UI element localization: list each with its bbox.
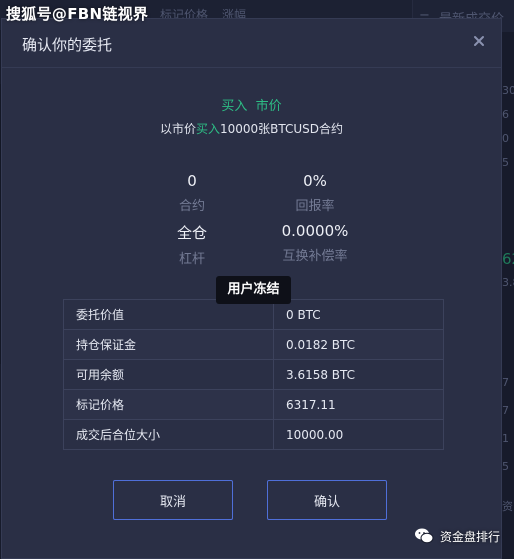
order-description-suffix: 10000张BTCUSD合约 [219,122,344,136]
detail-key: 标记价格 [63,389,274,420]
price-fragment: 30 [502,84,514,97]
table-row: 持仓保证金 0.0182 BTC [63,329,444,360]
detail-key: 委托价值 [63,299,274,330]
stat-label: 回报率 [295,199,335,214]
stat-leverage: 全仓 杠杆 [132,222,252,267]
detail-value: 3.6158 BTC [273,359,444,390]
stat-label: 杠杆 [178,252,205,267]
price-fragment: 1 [502,432,509,445]
detail-value: 0 BTC [273,299,444,330]
detail-key: 成交后合位大小 [63,419,274,450]
price-fragment: 5 [502,460,509,473]
table-row: 委托价值 0 BTC [63,299,444,330]
wechat-account-name: 资金盘排行 [439,529,500,544]
table-row: 成交后合位大小 10000.00 [63,419,444,450]
order-details-table: 委托价值 0 BTC 持仓保证金 0.0182 BTC 可用余额 3.6158 … [63,299,444,450]
price-fragment: 7 [502,376,509,389]
price-fragment: 62 [502,250,514,268]
order-description: 以市价买入10000张BTCUSD合约 [2,120,501,137]
sohu-watermark: 搜狐号@FBN链视界 [6,5,149,23]
price-fragment: 0 [502,132,509,145]
order-side: 买入 [221,99,248,114]
stat-value: 0% [303,172,327,190]
table-row: 可用余额 3.6158 BTC [63,359,444,390]
price-fragment: 6 [502,108,509,121]
frozen-user-tooltip: 用户冻结 [216,276,291,304]
stat-value: 0 [187,172,197,190]
stat-value: 0.0000% [281,222,349,240]
detail-value: 10000.00 [273,419,444,450]
order-side-summary: 买入 市价 [2,95,501,114]
close-icon[interactable] [471,33,487,49]
detail-key: 可用余额 [63,359,274,390]
table-row: 标记价格 6317.11 [63,389,444,420]
confirm-order-dialog: 确认你的委托 买入 市价 以市价买入10000张BTCUSD合约 0 合约 0%… [1,18,502,559]
stat-swap-rate: 0.0000% 互换补偿率 [255,222,375,264]
stat-value: 全仓 [176,224,207,242]
dialog-title: 确认你的委托 [22,36,113,54]
confirm-button[interactable]: 确认 [267,480,387,520]
wechat-icon [414,528,434,544]
order-description-prefix: 以市价 [159,122,196,136]
order-type: 市价 [255,99,282,114]
price-fragment: 3.8 [502,276,514,289]
cancel-button[interactable]: 取消 [113,480,233,520]
order-description-side: 买入 [195,122,220,136]
stat-return-rate: 0% 回报率 [255,172,375,214]
stat-contracts: 0 合约 [132,172,252,214]
stat-label: 互换补偿率 [282,249,348,264]
dialog-header: 确认你的委托 [2,19,501,68]
detail-key: 持仓保证金 [63,329,274,360]
wechat-watermark: 资金盘排行 [414,527,500,545]
background-bottom-label: 资 [502,500,513,513]
price-fragment: 5 [502,156,509,169]
stat-label: 合约 [178,199,205,214]
detail-value: 6317.11 [273,389,444,420]
price-fragment: 7 [502,404,509,417]
detail-value: 0.0182 BTC [273,329,444,360]
